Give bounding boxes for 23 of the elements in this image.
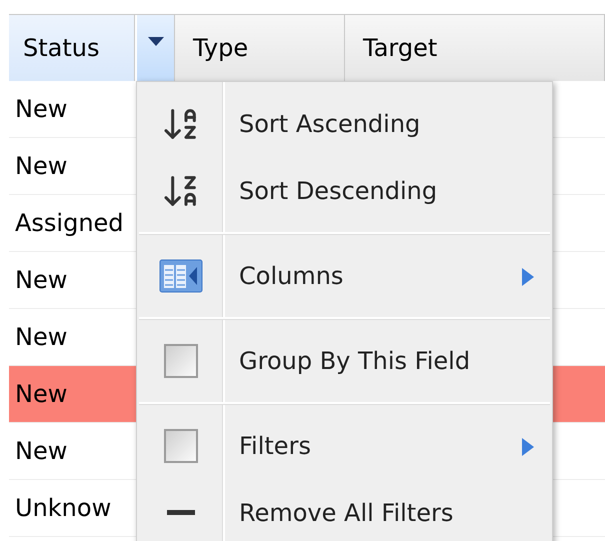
dash-icon [167, 510, 195, 515]
checkbox[interactable] [164, 428, 198, 462]
table-cell-text: New [14, 266, 68, 294]
menu-item[interactable]: Sort Ascending [139, 90, 550, 157]
table-cell-text: New [14, 152, 68, 180]
caret-icon [148, 37, 164, 46]
menu-item[interactable]: Group By This Field [139, 327, 550, 394]
column-header[interactable]: Target [345, 15, 605, 81]
table-cell-text: New [14, 437, 68, 465]
column-header[interactable]: Type [175, 15, 345, 81]
menu-item[interactable]: Sort Descending [139, 157, 550, 224]
table-cell-text: New [14, 95, 68, 123]
menu-item[interactable]: Columns [139, 242, 550, 309]
menu-item[interactable]: Remove All Filters [139, 479, 550, 541]
checkbox[interactable] [164, 344, 198, 378]
columns-icon [159, 258, 203, 292]
table-cell-text: New [14, 380, 68, 408]
table-cell-text: Unknow [14, 494, 112, 522]
table-cell-text: New [14, 323, 68, 351]
column-menu-trigger[interactable] [135, 15, 175, 81]
column-header[interactable]: Status [9, 15, 135, 81]
table-cell-text: Assigned [14, 209, 124, 237]
menu-item[interactable]: Filters [139, 412, 550, 479]
